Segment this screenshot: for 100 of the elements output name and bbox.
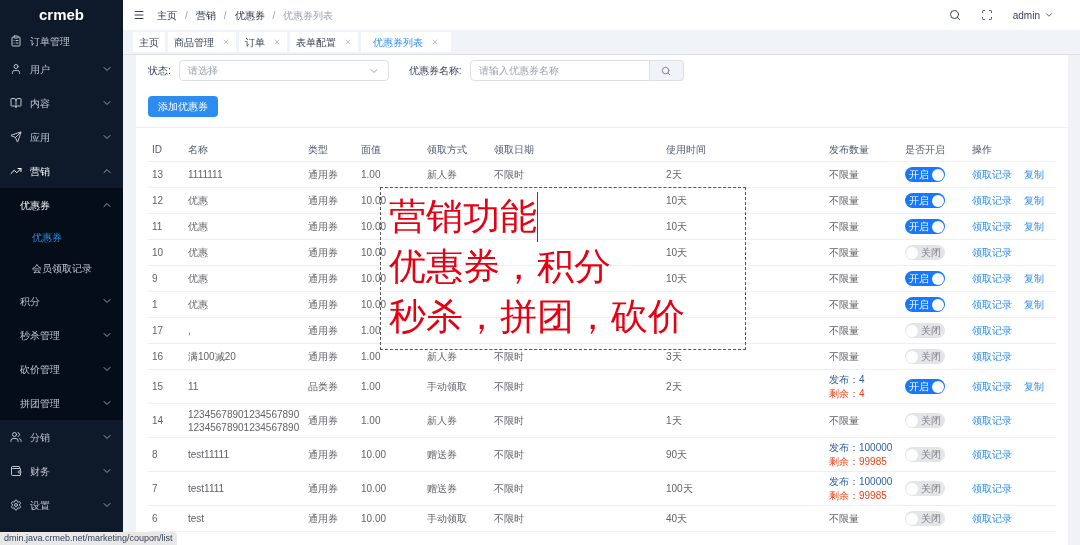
toggle-switch[interactable]: 关闭	[905, 481, 945, 496]
toggle-switch[interactable]: 关闭	[905, 447, 945, 462]
tag-tab[interactable]: 主页	[133, 32, 165, 52]
table-cell: 优惠	[188, 220, 208, 233]
action-link[interactable]: 领取记录	[972, 245, 1012, 260]
action-link[interactable]: 领取记录	[972, 297, 1012, 312]
table-cell: 11	[188, 380, 199, 393]
action-link[interactable]: 复制	[1024, 193, 1044, 208]
table-cell-text: 手动领取	[427, 380, 467, 394]
search-button[interactable]	[649, 60, 684, 81]
submenu-item[interactable]: 会员领取记录	[0, 253, 123, 284]
menu-icon[interactable]	[133, 9, 145, 21]
submenu-item[interactable]: 秒杀管理	[0, 318, 123, 352]
wallet-icon	[10, 465, 22, 477]
tag-tab[interactable]: 表单配置	[290, 32, 358, 52]
table-cell-text: 1.00	[361, 350, 381, 364]
close-icon[interactable]	[222, 38, 230, 46]
action-link[interactable]: 复制	[1024, 167, 1044, 182]
user-menu[interactable]: admin	[1012, 7, 1054, 23]
sidebar-item[interactable]: 内容	[0, 86, 123, 120]
paper-plane-icon	[10, 131, 22, 143]
action-link[interactable]: 领取记录	[972, 219, 1012, 234]
submenu-item[interactable]: 拼团管理	[0, 386, 123, 420]
table-cell-text: 9	[152, 272, 158, 286]
book-icon	[10, 97, 22, 109]
tag-tab[interactable]: 优惠券列表	[361, 32, 451, 52]
search-icon	[661, 65, 672, 76]
action-link[interactable]: 领取记录	[972, 167, 1012, 182]
toggle-switch[interactable]: 关闭	[905, 511, 945, 526]
status-select[interactable]: 请选择	[178, 60, 389, 81]
table-cell: 不限量	[829, 219, 859, 234]
submenu-item[interactable]: 优惠券	[0, 222, 123, 253]
table-cell-text: 2天	[666, 168, 682, 182]
table-cell-text: 8	[152, 448, 158, 462]
toggle-switch[interactable]: 关闭	[905, 413, 945, 428]
sidebar-item[interactable]: 订单管理	[0, 30, 123, 52]
search-icon[interactable]	[948, 9, 961, 21]
toggle-switch[interactable]: 开启	[905, 297, 945, 312]
trend-chart-icon	[10, 165, 22, 177]
chevron-down-icon	[1044, 10, 1054, 20]
sidebar-item[interactable]: 财务	[0, 454, 123, 488]
submenu-item[interactable]: 优惠券	[0, 188, 123, 222]
action-link[interactable]: 领取记录	[972, 481, 1012, 496]
submenu-item[interactable]: 积分	[0, 284, 123, 318]
table-cell-text: 1.00	[361, 414, 381, 428]
action-link[interactable]: 领取记录	[972, 511, 1012, 526]
breadcrumb-link[interactable]: 主页	[157, 7, 177, 23]
action-link[interactable]: 领取记录	[972, 349, 1012, 364]
toggle-switch[interactable]: 开启	[905, 167, 945, 182]
submenu-item[interactable]: 砍价管理	[0, 352, 123, 386]
sidebar-item[interactable]: 设置	[0, 488, 123, 522]
action-link[interactable]: 复制	[1024, 219, 1044, 234]
tag-tab[interactable]: 商品管理	[168, 32, 236, 52]
toggle-switch[interactable]: 关闭	[905, 245, 945, 260]
toggle-switch[interactable]: 开启	[905, 219, 945, 234]
sidebar-item[interactable]: 分销	[0, 420, 123, 454]
toggle-switch[interactable]: 关闭	[905, 323, 945, 338]
published-count: 发布：100000	[829, 474, 893, 489]
close-icon[interactable]	[344, 38, 352, 46]
table-cell-text: 10.00	[361, 298, 387, 312]
action-link[interactable]: 领取记录	[972, 413, 1012, 428]
toggle-switch[interactable]: 开启	[905, 271, 945, 286]
table-cell: 优惠	[188, 272, 208, 285]
sidebar-item[interactable]: 营销	[0, 154, 123, 188]
toggle-switch[interactable]: 关闭	[905, 349, 945, 364]
action-link[interactable]: 领取记录	[972, 447, 1012, 462]
table-cell: 1234567890123456789012345678901234567890	[188, 407, 300, 434]
action-link[interactable]: 领取记录	[972, 323, 1012, 338]
remaining-count: 剩余：99985	[829, 488, 887, 503]
sidebar-item[interactable]: 应用	[0, 120, 123, 154]
table-cell-text: 10天	[666, 220, 688, 234]
toggle-switch[interactable]: 开启	[905, 193, 945, 208]
table-cell-text: 10.00	[361, 272, 387, 286]
fullscreen-icon[interactable]	[980, 9, 993, 21]
table-cell-text: 不限时	[494, 482, 524, 496]
sidebar-item[interactable]: 用户	[0, 52, 123, 86]
remaining-count: 剩余：4	[829, 386, 865, 401]
breadcrumb-link[interactable]: 优惠券	[234, 7, 265, 23]
name-search-field[interactable]: 请输入优惠券名称	[469, 60, 650, 81]
table-cell-text: 6	[152, 512, 158, 526]
toggle-switch[interactable]: 开启	[905, 379, 945, 394]
breadcrumb-link[interactable]: 营销	[195, 7, 216, 23]
action-link[interactable]: 领取记录	[972, 379, 1012, 394]
table-cell-text: 通用券	[308, 272, 338, 286]
column-header: ID	[152, 143, 162, 157]
column-header: 名称	[188, 143, 208, 157]
tag-tab[interactable]: 订单	[239, 32, 287, 52]
action-link[interactable]: 复制	[1024, 379, 1044, 394]
add-coupon-button[interactable]: 添加优惠券	[148, 96, 218, 117]
action-link[interactable]: 领取记录	[972, 193, 1012, 208]
table-cell-text: 3天	[666, 350, 682, 364]
close-icon[interactable]	[273, 38, 281, 46]
action-link[interactable]: 领取记录	[972, 271, 1012, 286]
table-cell-text: 10天	[666, 246, 688, 260]
close-icon[interactable]	[431, 38, 439, 46]
action-link[interactable]: 复制	[1024, 297, 1044, 312]
table-cell-text: 2天	[666, 380, 682, 394]
action-link[interactable]: 复制	[1024, 271, 1044, 286]
table-cell-text: 11	[152, 220, 163, 234]
column-header: 使用时间	[666, 143, 706, 157]
